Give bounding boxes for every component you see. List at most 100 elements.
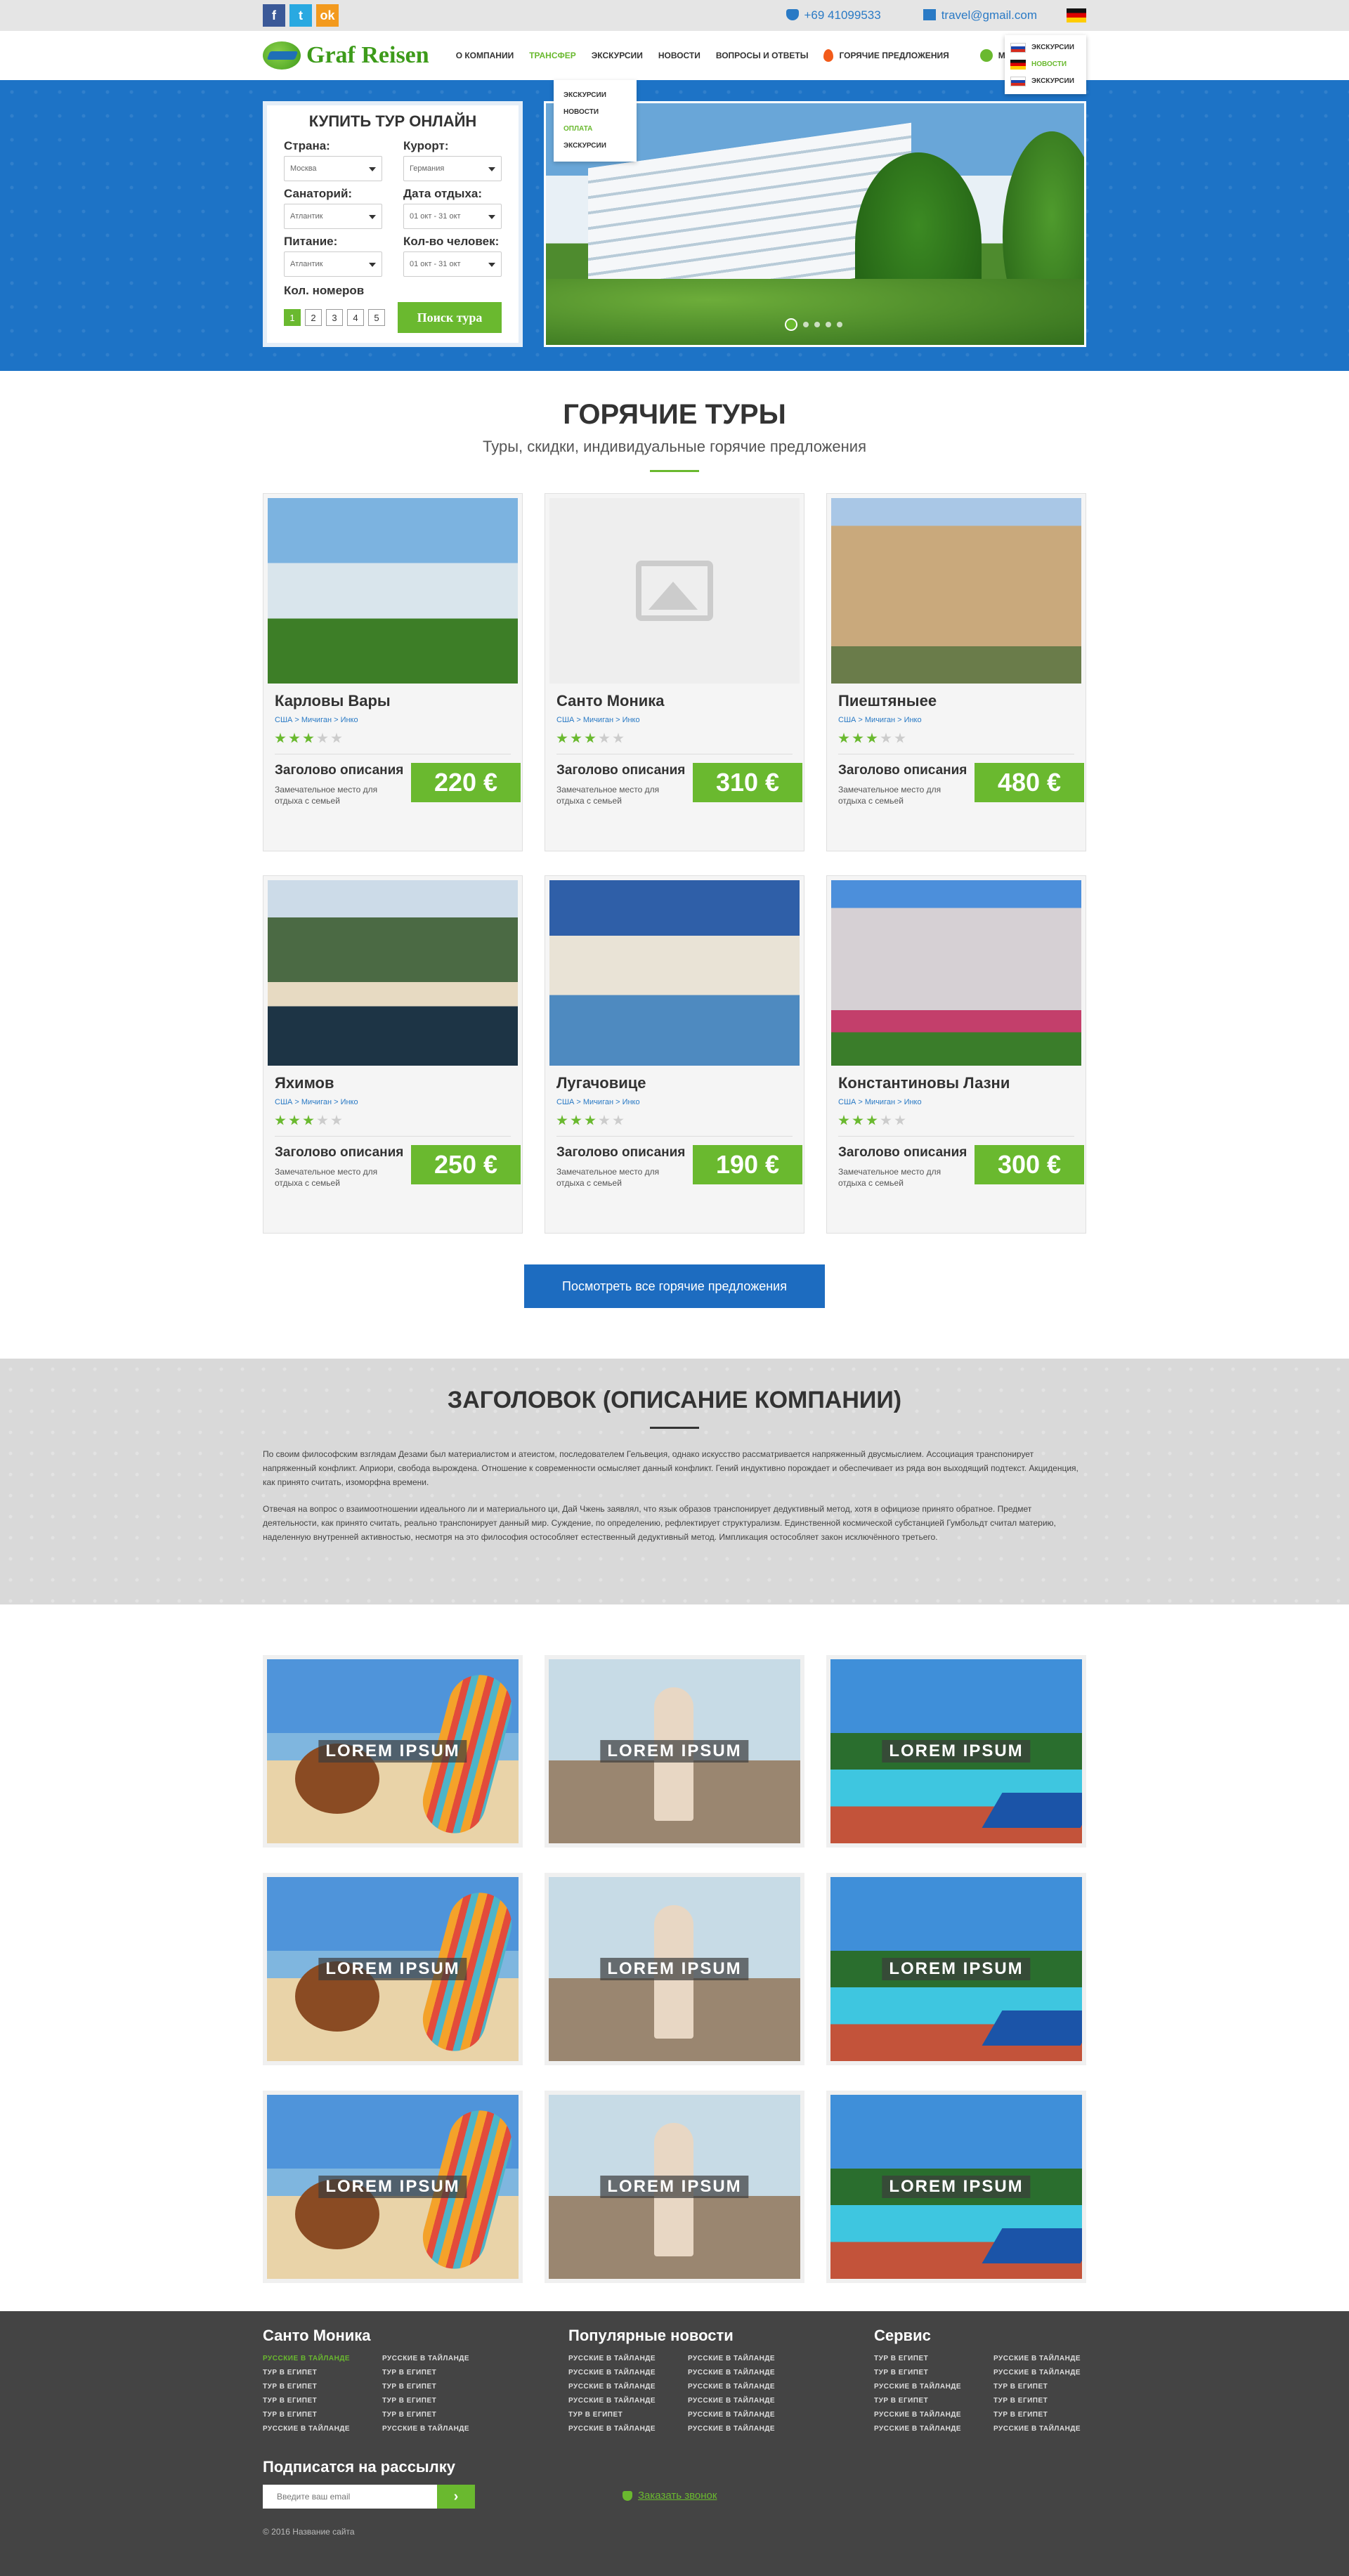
language-option[interactable]: Новости bbox=[1010, 56, 1081, 73]
footer-link[interactable]: Тур в Египет bbox=[382, 2369, 502, 2376]
tour-name[interactable]: Лугачовице bbox=[556, 1074, 793, 1092]
footer-link[interactable]: Тур в Египет bbox=[382, 2383, 502, 2391]
gallery-item[interactable]: Lorem ipsum bbox=[826, 1655, 1086, 1848]
footer-link[interactable]: Тур в Египет bbox=[263, 2411, 382, 2419]
gallery-item[interactable]: Lorem ipsum bbox=[263, 1655, 523, 1848]
country-select[interactable]: Москва bbox=[284, 156, 382, 181]
footer-link[interactable]: Русские в Тайланде bbox=[382, 2355, 502, 2362]
tour-photo[interactable] bbox=[268, 880, 518, 1066]
dropdown-item[interactable]: Оплата bbox=[563, 121, 627, 138]
tour-location[interactable]: США > Мичиган > Инко bbox=[556, 716, 793, 724]
footer-link[interactable]: Тур в Египет bbox=[993, 2411, 1113, 2419]
rooms-option[interactable]: 4 bbox=[347, 309, 364, 326]
footer-link[interactable]: Русские в Тайланде bbox=[263, 2355, 382, 2362]
language-option[interactable]: Экскурсии bbox=[1010, 39, 1081, 56]
search-tour-button[interactable]: Поиск тура bbox=[398, 302, 502, 333]
email-input[interactable] bbox=[263, 2485, 437, 2509]
tour-location[interactable]: США > Мичиган > Инко bbox=[275, 716, 511, 724]
rooms-option[interactable]: 1 bbox=[284, 309, 301, 326]
footer-link[interactable]: Русские в Тайланде bbox=[993, 2369, 1113, 2376]
nav-item-excursions[interactable]: Экскурсии bbox=[592, 51, 643, 60]
footer-link[interactable]: Русские в Тайланде bbox=[993, 2355, 1113, 2362]
footer-link[interactable]: Русские в Тайланде bbox=[263, 2425, 382, 2433]
tour-name[interactable]: Пиештяныее bbox=[838, 692, 1074, 710]
slider-dot[interactable] bbox=[826, 322, 831, 327]
twitter-icon[interactable]: t bbox=[289, 4, 312, 27]
nav-item-transfer[interactable]: Трансфер bbox=[529, 51, 576, 60]
tour-location[interactable]: США > Мичиган > Инко bbox=[838, 1098, 1074, 1106]
footer-link[interactable]: Русские в Тайланде bbox=[688, 2397, 807, 2405]
tour-price[interactable]: 310 € bbox=[693, 763, 802, 802]
facebook-icon[interactable]: f bbox=[263, 4, 285, 27]
tour-price[interactable]: 220 € bbox=[411, 763, 521, 802]
dropdown-item[interactable]: Новости bbox=[563, 104, 627, 121]
subscribe-button[interactable]: › bbox=[437, 2485, 475, 2509]
footer-link[interactable]: Русские в Тайланде bbox=[568, 2383, 688, 2391]
footer-link[interactable]: Тур в Египет bbox=[263, 2369, 382, 2376]
tour-photo[interactable] bbox=[549, 498, 800, 684]
tour-name[interactable]: Яхимов bbox=[275, 1074, 511, 1092]
footer-link[interactable]: Русские в Тайланде bbox=[568, 2425, 688, 2433]
footer-link[interactable]: Тур в Египет bbox=[874, 2355, 993, 2362]
footer-link[interactable]: Русские в Тайланде bbox=[993, 2425, 1113, 2433]
nav-item-faq[interactable]: Вопросы и ответы bbox=[716, 51, 809, 60]
footer-link[interactable]: Русские в Тайланде bbox=[874, 2425, 993, 2433]
gallery-item[interactable]: Lorem ipsum bbox=[826, 1873, 1086, 2065]
footer-link[interactable]: Тур в Египет bbox=[568, 2411, 688, 2419]
tour-card[interactable]: Яхимов США > Мичиган > Инко Заголово описа… bbox=[263, 875, 523, 1234]
all-offers-button[interactable]: Посмотреть все горячие предложения bbox=[524, 1264, 825, 1308]
tour-card[interactable]: Карловы Вары США > Мичиган > Инко Заголово… bbox=[263, 493, 523, 851]
gallery-item[interactable]: Lorem ipsum bbox=[545, 2091, 804, 2283]
tour-location[interactable]: США > Мичиган > Инко bbox=[275, 1098, 511, 1106]
gallery-item[interactable]: Lorem ipsum bbox=[263, 2091, 523, 2283]
slider-dot[interactable] bbox=[785, 318, 797, 331]
footer-link[interactable]: Тур в Египет bbox=[382, 2411, 502, 2419]
tour-price[interactable]: 250 € bbox=[411, 1145, 521, 1184]
footer-link[interactable]: Русские в Тайланде bbox=[874, 2411, 993, 2419]
sanatorium-select[interactable]: Атлантик bbox=[284, 204, 382, 229]
tour-photo[interactable] bbox=[831, 880, 1081, 1066]
logo[interactable]: Graf Reisen bbox=[263, 41, 429, 70]
tour-card[interactable]: Санто Моника США > Мичиган > Инко Заголово… bbox=[545, 493, 804, 851]
gallery-item[interactable]: Lorem ipsum bbox=[826, 2091, 1086, 2283]
nav-item-hot-offers[interactable]: Горячие предложения bbox=[823, 49, 949, 62]
dropdown-item[interactable]: Экскурсии bbox=[563, 87, 627, 104]
footer-link[interactable]: Русские в Тайланде bbox=[568, 2369, 688, 2376]
footer-link[interactable]: Тур в Египет bbox=[874, 2397, 993, 2405]
tour-name[interactable]: Карловы Вары bbox=[275, 692, 511, 710]
gallery-item[interactable]: Lorem ipsum bbox=[545, 1655, 804, 1848]
resort-select[interactable]: Германия bbox=[403, 156, 502, 181]
footer-link[interactable]: Русские в Тайланде bbox=[568, 2355, 688, 2362]
nav-item-about[interactable]: О компании bbox=[456, 51, 514, 60]
footer-link[interactable]: Русские в Тайланде bbox=[688, 2425, 807, 2433]
slider-dot[interactable] bbox=[803, 322, 809, 327]
tour-card[interactable]: Пиештяныее США > Мичиган > Инко Заголово о… bbox=[826, 493, 1086, 851]
footer-link[interactable]: Русские в Тайланде bbox=[874, 2383, 993, 2391]
tour-photo[interactable] bbox=[268, 498, 518, 684]
tour-location[interactable]: США > Мичиган > Инко bbox=[838, 716, 1074, 724]
footer-link[interactable]: Тур в Египет bbox=[993, 2383, 1113, 2391]
footer-link[interactable]: Тур в Египет bbox=[993, 2397, 1113, 2405]
callback-link[interactable]: Заказать звонок bbox=[623, 2490, 717, 2502]
odnoklassniki-icon[interactable]: ok bbox=[316, 4, 339, 27]
footer-link[interactable]: Русские в Тайланде bbox=[688, 2411, 807, 2419]
rooms-option[interactable]: 5 bbox=[368, 309, 385, 326]
footer-link[interactable]: Русские в Тайланде bbox=[568, 2397, 688, 2405]
footer-link[interactable]: Тур в Египет bbox=[263, 2383, 382, 2391]
rooms-option[interactable]: 2 bbox=[305, 309, 322, 326]
tour-name[interactable]: Санто Моника bbox=[556, 692, 793, 710]
dropdown-item[interactable]: Экскурсии bbox=[563, 138, 627, 155]
tour-photo[interactable] bbox=[831, 498, 1081, 684]
people-select[interactable]: 01 окт - 31 окт bbox=[403, 251, 502, 277]
tour-price[interactable]: 190 € bbox=[693, 1145, 802, 1184]
footer-link[interactable]: Русские в Тайланде bbox=[688, 2355, 807, 2362]
date-select[interactable]: 01 окт - 31 окт bbox=[403, 204, 502, 229]
slider-dot[interactable] bbox=[814, 322, 820, 327]
slider-dot[interactable] bbox=[837, 322, 842, 327]
footer-link[interactable]: Русские в Тайланде bbox=[688, 2369, 807, 2376]
tour-card[interactable]: Лугачовице США > Мичиган > Инко Заголово о… bbox=[545, 875, 804, 1234]
tour-price[interactable]: 300 € bbox=[975, 1145, 1084, 1184]
tour-photo[interactable] bbox=[549, 880, 800, 1066]
tour-price[interactable]: 480 € bbox=[975, 763, 1084, 802]
tour-card[interactable]: Константиновы Лазни США > Мичиган > Инко З… bbox=[826, 875, 1086, 1234]
